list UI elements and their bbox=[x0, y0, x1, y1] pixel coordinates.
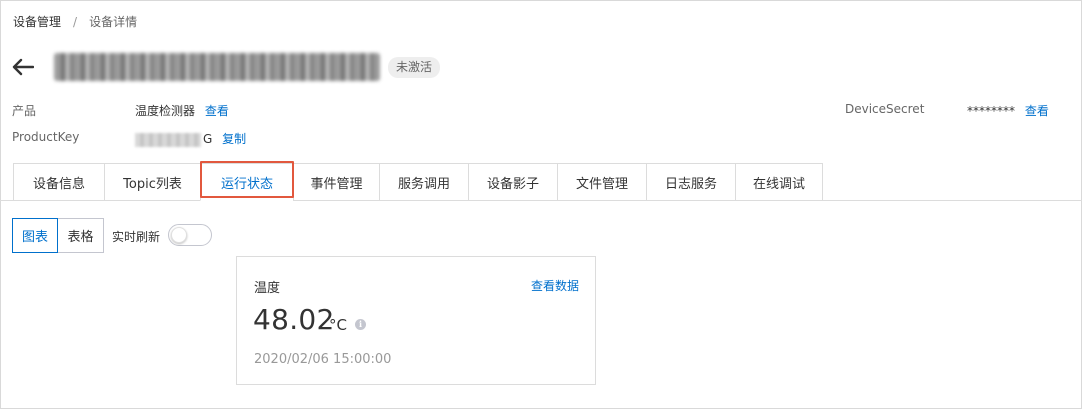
table-view-button[interactable]: 表格 bbox=[58, 218, 104, 253]
status-badge: 未激活 bbox=[388, 56, 441, 78]
productkey-value: G 复制 bbox=[135, 130, 246, 147]
tab-online-debug[interactable]: 在线调试 bbox=[735, 163, 823, 201]
view-toggle: 图表 表格 bbox=[12, 218, 104, 253]
tab-bar: 设备信息 Topic列表 运行状态 事件管理 服务调用 设备影子 文件管理 日志… bbox=[13, 163, 823, 201]
temperature-card: 温度 查看数据 48.02 °C i 2020/02/06 15:00:00 bbox=[236, 256, 596, 385]
tab-event-management[interactable]: 事件管理 bbox=[293, 163, 379, 201]
productkey-redacted bbox=[135, 132, 201, 147]
temperature-unit: °C bbox=[329, 316, 347, 334]
breadcrumb-device-detail: 设备详情 bbox=[89, 15, 138, 29]
device-name-redacted bbox=[54, 53, 380, 81]
tab-topic-list[interactable]: Topic列表 bbox=[104, 163, 200, 201]
productkey-copy-link[interactable]: 复制 bbox=[222, 132, 246, 146]
tab-device-info[interactable]: 设备信息 bbox=[13, 163, 104, 201]
devicesecret-value: ******** 查看 bbox=[967, 102, 1049, 119]
info-icon[interactable]: i bbox=[355, 319, 366, 330]
timestamp: 2020/02/06 15:00:00 bbox=[254, 352, 392, 367]
product-label: 产品 bbox=[12, 104, 37, 118]
tab-device-shadow[interactable]: 设备影子 bbox=[468, 163, 557, 201]
productkey-suffix: G bbox=[203, 132, 213, 146]
title-row: 未激活 bbox=[12, 52, 441, 82]
product-value: 温度检测器 查看 bbox=[135, 102, 229, 119]
breadcrumb-device-management[interactable]: 设备管理 bbox=[13, 13, 61, 30]
devicesecret-label: DeviceSecret bbox=[845, 102, 925, 116]
tab-log-service[interactable]: 日志服务 bbox=[646, 163, 735, 201]
realtime-refresh-switch[interactable] bbox=[168, 224, 212, 246]
product-name: 温度检测器 bbox=[135, 104, 196, 118]
temperature-value: 48.02 bbox=[253, 303, 335, 336]
realtime-refresh-label: 实时刷新 bbox=[112, 230, 161, 244]
card-title: 温度 bbox=[254, 281, 281, 296]
arrow-left-icon[interactable] bbox=[12, 56, 34, 78]
tab-file-management[interactable]: 文件管理 bbox=[557, 163, 646, 201]
productkey-label: ProductKey bbox=[12, 130, 80, 144]
switch-knob bbox=[171, 227, 187, 243]
chart-view-button[interactable]: 图表 bbox=[12, 218, 58, 253]
breadcrumb-separator: / bbox=[73, 14, 78, 29]
tab-service-call[interactable]: 服务调用 bbox=[379, 163, 468, 201]
tab-running-status[interactable]: 运行状态 bbox=[200, 163, 293, 201]
breadcrumb: 设备管理 / 设备详情 bbox=[13, 13, 137, 30]
devicesecret-view-link[interactable]: 查看 bbox=[1025, 104, 1049, 118]
product-view-link[interactable]: 查看 bbox=[205, 104, 229, 118]
view-data-link[interactable]: 查看数据 bbox=[531, 277, 579, 294]
devicesecret-masked: ******** bbox=[967, 104, 1015, 118]
